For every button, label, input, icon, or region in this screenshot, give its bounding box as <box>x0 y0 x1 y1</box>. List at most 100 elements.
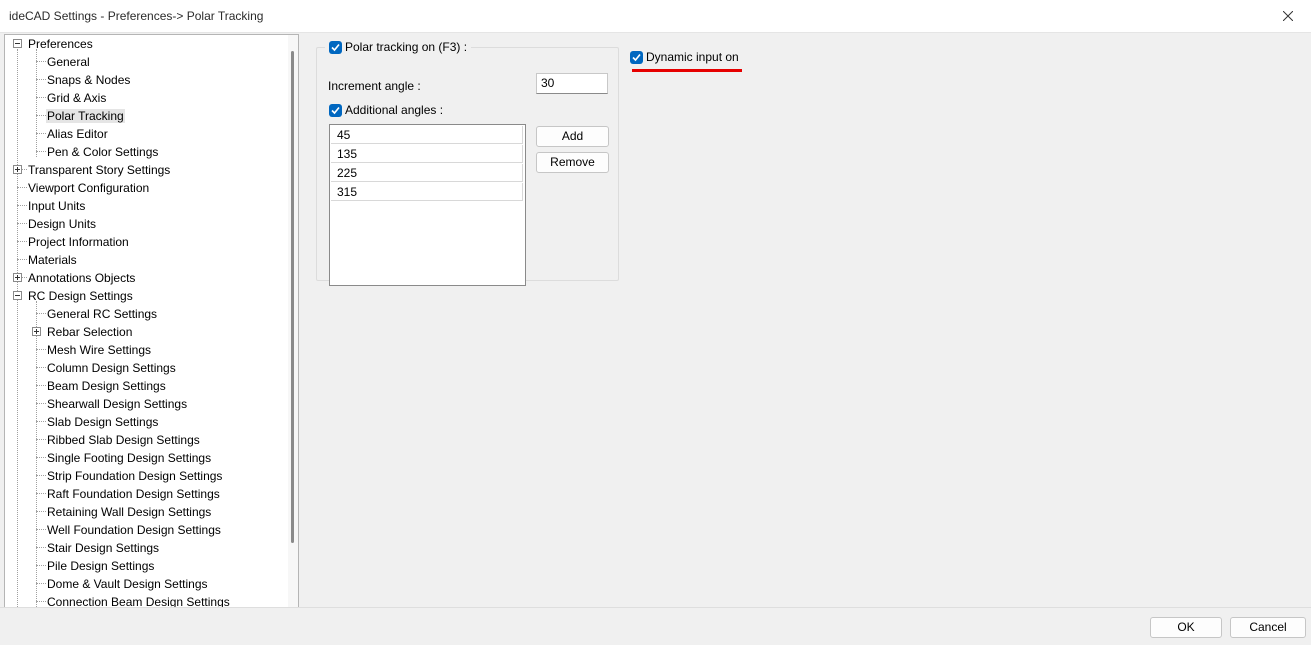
tree-item-rc-design[interactable]: RC Design Settings <box>27 287 134 305</box>
tree-item-connection-beam[interactable]: Connection Beam Design Settings <box>46 593 231 607</box>
tree-connector <box>17 241 27 242</box>
polar-tracking-group: Polar tracking on (F3) : Increment angle… <box>316 40 619 286</box>
tree-connector <box>36 151 46 152</box>
tree-item-beam-design[interactable]: Beam Design Settings <box>46 377 167 395</box>
expand-icon[interactable] <box>32 327 41 336</box>
title-bar: ideCAD Settings - Preferences-> Polar Tr… <box>0 0 1311 33</box>
tree-connector <box>36 313 46 314</box>
tree-connector <box>36 529 46 530</box>
remove-angle-button[interactable]: Remove <box>536 152 609 173</box>
dynamic-input-checkbox[interactable] <box>630 50 643 64</box>
tree-scrollbar[interactable] <box>288 35 298 607</box>
dialog-footer: OK Cancel <box>0 607 1311 645</box>
cancel-button[interactable]: Cancel <box>1230 617 1306 638</box>
add-angle-button[interactable]: Add <box>536 126 609 147</box>
tree-item-label: Mesh Wire Settings <box>47 343 152 357</box>
collapse-icon[interactable] <box>13 291 22 300</box>
dynamic-input-toggle[interactable]: Dynamic input on <box>630 50 739 64</box>
expand-icon[interactable] <box>13 165 22 174</box>
close-icon <box>1283 11 1293 21</box>
polar-tracking-toggle[interactable]: Polar tracking on (F3) : <box>325 40 472 54</box>
polar-tracking-checkbox[interactable] <box>329 40 342 54</box>
tree-item-dome-vault[interactable]: Dome & Vault Design Settings <box>46 575 209 593</box>
additional-angles-checkbox[interactable] <box>329 103 342 117</box>
tree-item-project-information[interactable]: Project Information <box>27 233 130 251</box>
close-button[interactable] <box>1265 0 1311 32</box>
tree-item-label: Preferences <box>28 37 93 51</box>
scrollbar-thumb[interactable] <box>291 51 294 543</box>
tree-item-label: Pen & Color Settings <box>47 145 159 159</box>
tree-item-label: Retaining Wall Design Settings <box>47 505 212 519</box>
additional-angles-label: Additional angles : <box>345 103 444 117</box>
list-item[interactable]: 135 <box>331 145 523 163</box>
dynamic-input-label: Dynamic input on <box>646 50 739 64</box>
tree-item-mesh-wire[interactable]: Mesh Wire Settings <box>46 341 152 359</box>
tree-item-label: Raft Foundation Design Settings <box>47 487 220 501</box>
tree-item-alias-editor[interactable]: Alias Editor <box>46 125 109 143</box>
tree-item-shearwall-design[interactable]: Shearwall Design Settings <box>46 395 188 413</box>
tree-connector <box>36 349 46 350</box>
tree-item-strip-foundation[interactable]: Strip Foundation Design Settings <box>46 467 223 485</box>
additional-angles-list[interactable]: 45 135 225 315 <box>329 124 526 286</box>
list-item[interactable]: 45 <box>331 126 523 144</box>
list-item[interactable]: 225 <box>331 164 523 182</box>
tree-item-label: Materials <box>28 253 77 267</box>
tree-item-label: Slab Design Settings <box>47 415 159 429</box>
tree-item-snaps-nodes[interactable]: Snaps & Nodes <box>46 71 131 89</box>
tree-item-label: General <box>47 55 90 69</box>
tree-item-polar-tracking[interactable]: Polar Tracking <box>46 107 125 125</box>
tree-item-label: Well Foundation Design Settings <box>47 523 221 537</box>
tree-item-design-units[interactable]: Design Units <box>27 215 97 233</box>
tree-item-label: Project Information <box>28 235 129 249</box>
tree-connector <box>17 259 27 260</box>
additional-angles-toggle[interactable]: Additional angles : <box>329 103 443 117</box>
tree-item-label: Stair Design Settings <box>47 541 160 555</box>
tree-item-column-design[interactable]: Column Design Settings <box>46 359 177 377</box>
tree-item-ribbed-slab[interactable]: Ribbed Slab Design Settings <box>46 431 201 449</box>
window-title: ideCAD Settings - Preferences-> Polar Tr… <box>9 9 264 23</box>
tree-item-annotations[interactable]: Annotations Objects <box>27 269 136 287</box>
tree-connector <box>17 223 27 224</box>
tree-item-grid-axis[interactable]: Grid & Axis <box>46 89 107 107</box>
tree-item-pile-design[interactable]: Pile Design Settings <box>46 557 155 575</box>
increment-angle-input[interactable]: 30 <box>536 73 608 94</box>
tree-connector <box>36 475 46 476</box>
tree-connector <box>36 301 37 607</box>
tree-item-rebar-selection[interactable]: Rebar Selection <box>46 323 133 341</box>
tree-connector <box>17 187 27 188</box>
tree-item-materials[interactable]: Materials <box>27 251 78 269</box>
tree-connector <box>36 421 46 422</box>
tree-item-general-rc[interactable]: General RC Settings <box>46 305 158 323</box>
tree-connector <box>36 115 46 116</box>
tree-item-slab-design[interactable]: Slab Design Settings <box>46 413 159 431</box>
tree-item-single-footing[interactable]: Single Footing Design Settings <box>46 449 212 467</box>
tree-item-pen-color[interactable]: Pen & Color Settings <box>46 143 159 161</box>
tree-item-viewport[interactable]: Viewport Configuration <box>27 179 150 197</box>
highlight-underline <box>632 69 742 72</box>
tree-connector <box>36 61 46 62</box>
tree-item-label: Beam Design Settings <box>47 379 166 393</box>
tree-item-transparent-story[interactable]: Transparent Story Settings <box>27 161 171 179</box>
tree-connector <box>36 49 37 157</box>
settings-tree[interactable]: Preferences General Snaps & Nodes Grid &… <box>4 34 299 608</box>
tree-item-label: Dome & Vault Design Settings <box>47 577 208 591</box>
tree-item-label: General RC Settings <box>47 307 158 321</box>
list-item[interactable]: 315 <box>331 183 523 201</box>
tree-item-label: Annotations Objects <box>28 271 136 285</box>
tree-connector <box>36 79 46 80</box>
tree-connector <box>36 547 46 548</box>
expand-icon[interactable] <box>13 273 22 282</box>
tree-item-general[interactable]: General <box>46 53 91 71</box>
tree-item-label: Pile Design Settings <box>47 559 155 573</box>
tree-item-raft-foundation[interactable]: Raft Foundation Design Settings <box>46 485 221 503</box>
ok-button[interactable]: OK <box>1150 617 1222 638</box>
tree-item-label: Polar Tracking <box>46 109 125 123</box>
tree-item-label: RC Design Settings <box>28 289 133 303</box>
collapse-icon[interactable] <box>13 39 22 48</box>
tree-item-retaining-wall[interactable]: Retaining Wall Design Settings <box>46 503 212 521</box>
polar-tracking-label: Polar tracking on (F3) : <box>345 40 468 54</box>
tree-item-well-foundation[interactable]: Well Foundation Design Settings <box>46 521 222 539</box>
tree-item-input-units[interactable]: Input Units <box>27 197 86 215</box>
tree-item-preferences[interactable]: Preferences <box>27 35 94 53</box>
tree-item-stair-design[interactable]: Stair Design Settings <box>46 539 160 557</box>
